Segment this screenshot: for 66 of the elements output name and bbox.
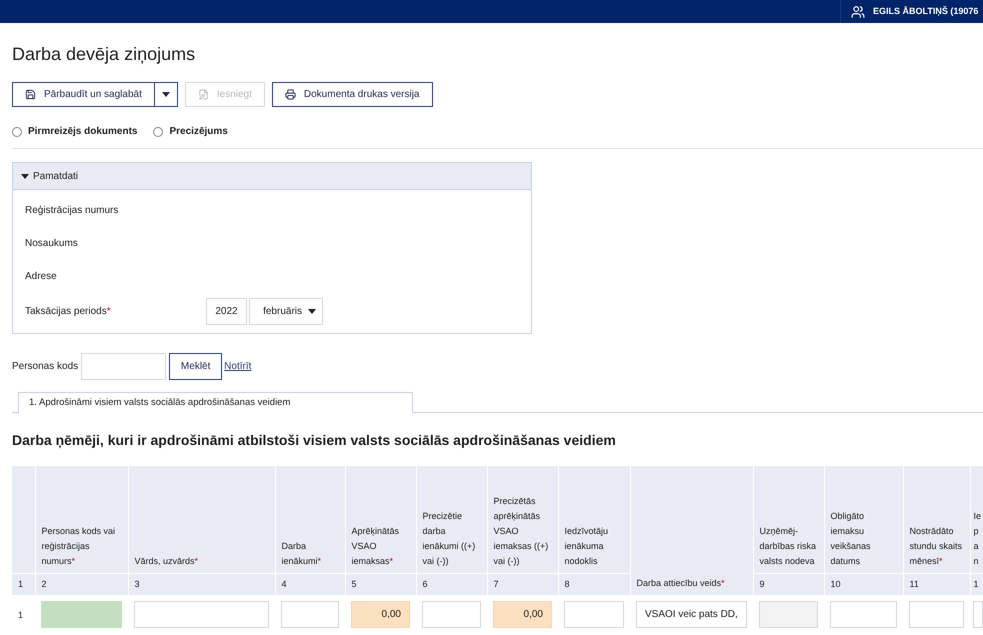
- save-icon: [25, 89, 36, 100]
- column-header: Uzņēmēj-darbības riska valsts nodeva: [760, 526, 816, 566]
- column-number: 9: [753, 573, 824, 595]
- column-header: Vārds, uzvārds*: [134, 556, 198, 566]
- column-header: Precizētās aprēķinātās VSAO iemaksas ((+) vai (-)): [494, 496, 548, 566]
- input-field[interactable]: [973, 600, 983, 628]
- save-button[interactable]: Pārbaudīt un saglabāt: [12, 82, 155, 107]
- column-header: Darba ienākumi*: [282, 540, 322, 566]
- user-icon: [851, 4, 865, 18]
- input-field[interactable]: [830, 600, 897, 628]
- radio-label[interactable]: Pirmreizējs dokuments: [28, 124, 138, 139]
- document-edit-icon: [198, 89, 209, 100]
- field-label: Adrese: [25, 270, 57, 284]
- input-field[interactable]: [422, 600, 481, 628]
- print-icon: [284, 89, 296, 100]
- row-number: 1: [18, 610, 24, 620]
- month-select[interactable]: februāris: [249, 298, 323, 324]
- field-label: Personas kods: [12, 360, 78, 374]
- section-title: Darba ņēmēji, kuri ir apdrošināmi atbilstoši visiem valsts sociālās apdrošināšanas veidiem: [12, 431, 617, 450]
- print-button[interactable]: Dokumenta drukas versija: [272, 82, 432, 107]
- column-header: Aprēķinātās VSAO iemaksas*: [352, 526, 400, 566]
- field-label: Reģistrācijas numurs: [25, 204, 118, 218]
- radio-button[interactable]: [153, 126, 164, 136]
- column-header: Darba attiecību veids*: [636, 578, 725, 588]
- column-number: 5: [345, 573, 416, 595]
- input-field[interactable]: [909, 600, 964, 628]
- column-number: 1: [12, 573, 35, 595]
- input-field[interactable]: 0,00: [493, 600, 552, 628]
- column-header: Personas kods vai reģistrācijas numurs*: [42, 526, 116, 566]
- input-field[interactable]: [564, 600, 624, 628]
- column-number: 2: [35, 573, 128, 595]
- input-field[interactable]: [41, 600, 122, 628]
- tab[interactable]: 1. Apdrošināmi visiem valsts sociālās apdrošināšanas veidiem: [18, 392, 413, 413]
- field-label: Nosaukums: [25, 237, 78, 251]
- select-field[interactable]: VSAOI veic pats DD,: [636, 600, 747, 628]
- field-label: Taksācijas periods*: [25, 304, 112, 318]
- caret-icon: [162, 92, 170, 97]
- column-number: 11: [903, 573, 970, 595]
- column-header: Iedzīvotāju ienākuma nodoklis: [564, 526, 608, 566]
- column-number: 1: [970, 573, 983, 595]
- column-number: 10: [824, 573, 903, 595]
- column-number: 6: [416, 573, 487, 595]
- save-options-button[interactable]: [154, 82, 178, 107]
- column-number: 3: [128, 573, 275, 595]
- panel-title: Pamatdati: [33, 170, 78, 184]
- column-header: Obligāto iemaksu veikšanas datums: [830, 510, 871, 566]
- user-name[interactable]: EGILS ĀBOLTIŅŠ (19076: [873, 4, 978, 18]
- radio-button[interactable]: [12, 126, 22, 136]
- panel-header[interactable]: Pamatdati: [13, 163, 531, 190]
- caret-icon: [21, 174, 29, 178]
- column-header: Precizētie darba ienākumi ((+) vai (-)): [422, 510, 476, 566]
- column-header: Ie p a n: [974, 510, 982, 566]
- column-number: 8: [558, 573, 630, 595]
- column-number: 7: [487, 573, 558, 595]
- page-title: Darba devēja ziņojums: [12, 43, 196, 66]
- input-field[interactable]: [81, 353, 166, 380]
- clear-link[interactable]: Notīrīt: [224, 359, 252, 374]
- input-field[interactable]: 0,00: [351, 600, 410, 628]
- column-header: Nostrādāto stundu skaits mēnesī*: [910, 526, 962, 566]
- radio-label[interactable]: Precizējums: [169, 124, 228, 139]
- input-field[interactable]: [281, 600, 339, 628]
- search-button[interactable]: Meklēt: [169, 353, 222, 380]
- column-number: 4: [275, 573, 345, 595]
- year-field[interactable]: 2022: [206, 298, 247, 324]
- caret-icon: [308, 308, 316, 314]
- input-field[interactable]: [134, 600, 269, 628]
